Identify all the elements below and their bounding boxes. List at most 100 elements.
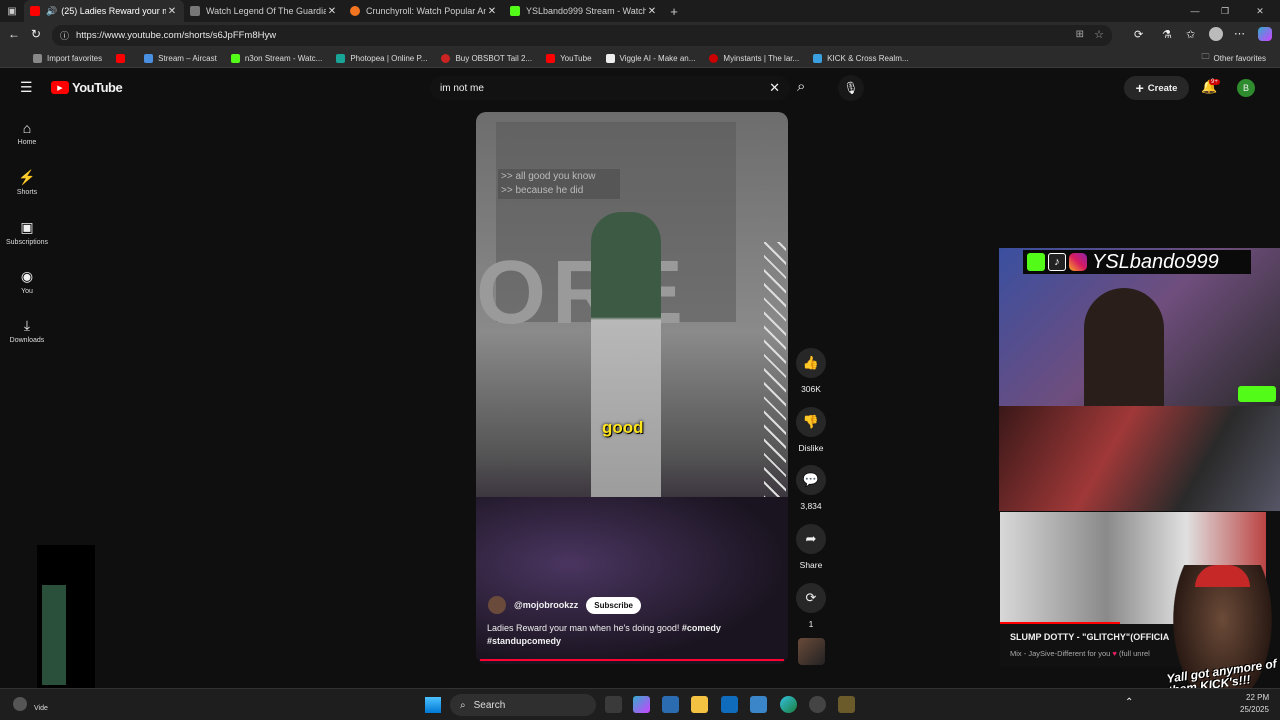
youtube-logo[interactable]: ▶ YouTube xyxy=(51,80,123,95)
create-button[interactable]: + Create xyxy=(1124,76,1189,100)
dislike-button[interactable]: 👎 Dislike xyxy=(796,407,826,453)
url-field[interactable]: ⓘ https://www.youtube.com/shorts/s6JpFFm… xyxy=(52,25,1112,46)
copilot-icon[interactable] xyxy=(1258,27,1272,41)
sidebar-item-downloads[interactable]: ⤓ Downloads xyxy=(0,317,54,344)
comments-button[interactable]: 💬 3,834 xyxy=(796,465,826,511)
music-subtitle: Mix - JaySive-Different for you ♥ (full … xyxy=(1010,649,1150,658)
sidebar-item-label: Downloads xyxy=(9,337,45,344)
bookmark-label: YouTube xyxy=(560,53,592,63)
new-tab-button[interactable]: + xyxy=(664,4,684,19)
file-explorer-icon[interactable] xyxy=(691,696,708,713)
edge-icon[interactable] xyxy=(780,696,797,713)
app-available-icon[interactable]: ⊞ xyxy=(1076,29,1084,40)
minimize-icon[interactable]: — xyxy=(1180,6,1210,16)
progress-bar[interactable] xyxy=(480,659,784,661)
taskbar-search[interactable]: ⌕ Search xyxy=(450,694,596,716)
outlook-icon[interactable] xyxy=(721,696,738,713)
speaker-icon[interactable]: 🔊 xyxy=(46,6,57,17)
bookmark-kick-cross[interactable]: KICK & Cross Realm... xyxy=(813,53,909,63)
close-tab-icon[interactable]: ✕ xyxy=(486,6,498,17)
like-button[interactable]: 👍 306K xyxy=(796,348,826,394)
favorites-icon[interactable]: ✩ xyxy=(1186,28,1195,41)
subscribe-button[interactable]: Subscribe xyxy=(586,596,641,614)
bookmark-youtube-icon-only[interactable] xyxy=(116,53,130,63)
streamer-silhouette xyxy=(1084,288,1164,406)
voice-search-icon[interactable]: 🎙 xyxy=(838,75,864,101)
refresh-icon[interactable]: ↻ xyxy=(31,27,41,41)
bookmark-n3on[interactable]: n3on Stream - Watc... xyxy=(230,53,322,63)
bookmark-label: Stream – Aircast xyxy=(158,53,217,63)
bookmark-aircast[interactable]: Stream – Aircast xyxy=(144,53,217,63)
share-label: Share xyxy=(799,560,823,570)
sidebar-item-home[interactable]: ⌂ Home xyxy=(0,120,54,146)
sidebar-item-subscriptions[interactable]: ▣ Subscriptions xyxy=(0,219,54,246)
tab-legend[interactable]: Watch Legend Of The Guardians ✕ xyxy=(184,0,344,22)
browser-essentials-icon[interactable]: ⚗ xyxy=(1162,28,1172,41)
bookmark-youtube[interactable]: YouTube xyxy=(546,53,592,63)
avatar[interactable]: B xyxy=(1237,79,1255,97)
remix-button[interactable]: ⟳ 1 xyxy=(796,583,826,629)
window-menu-icon[interactable]: ▣ xyxy=(0,6,24,17)
dislike-label: Dislike xyxy=(798,443,824,453)
channel-name[interactable]: @mojobrookzz xyxy=(514,600,578,610)
tray-chevron-icon[interactable]: ⌃ xyxy=(1125,697,1133,708)
task-view-icon[interactable] xyxy=(605,696,622,713)
taskbar-media-label: Vide xyxy=(34,705,48,712)
close-tab-icon[interactable]: ✕ xyxy=(326,6,338,17)
folder-icon: 🗀 xyxy=(1201,52,1210,61)
close-tab-icon[interactable]: ✕ xyxy=(646,6,658,17)
other-favorites[interactable]: 🗀 Other favorites xyxy=(1202,51,1266,65)
youtube-logo-text: YouTube xyxy=(72,80,123,95)
obs-icon[interactable] xyxy=(809,696,826,713)
back-icon[interactable]: ← xyxy=(8,27,20,41)
favorite-star-icon[interactable]: ☆ xyxy=(1094,28,1104,41)
hashtag-link[interactable]: #standupcomedy xyxy=(487,636,561,646)
bookmark-label: Other favorites xyxy=(1213,53,1266,63)
bookmarks-bar: Import favorites Stream – Aircast n3on S… xyxy=(0,49,1280,68)
bookmark-label: KICK & Cross Realm... xyxy=(827,53,909,63)
sound-thumbnail[interactable] xyxy=(798,638,825,665)
hashtag-link[interactable]: #comedy xyxy=(682,623,721,633)
tab-kick[interactable]: YSLbando999 Stream - Watch Liv ✕ xyxy=(504,0,664,22)
bookmark-myinstants[interactable]: Myinstants | The lar... xyxy=(709,53,799,63)
more-menu-icon[interactable]: ⋯ xyxy=(1234,27,1245,40)
streamer-name: YSLbando999 xyxy=(1092,250,1219,273)
restore-icon[interactable]: ❐ xyxy=(1210,6,1240,17)
short-video-player[interactable]: ORE >> all good you know >> because he d… xyxy=(476,112,788,664)
close-window-icon[interactable]: ✕ xyxy=(1240,6,1280,17)
taskbar-clock-date[interactable]: 25/2025 xyxy=(1240,705,1269,714)
bookmark-import[interactable]: Import favorites xyxy=(33,53,102,63)
tab-youtube[interactable]: 🔊 (25) Ladies Reward your man ✕ xyxy=(24,0,184,22)
copilot-taskbar-icon[interactable] xyxy=(633,696,650,713)
search-button[interactable]: ⌕ xyxy=(797,78,805,95)
music-sub-tail: (full unrel xyxy=(1118,649,1150,658)
profile-icon[interactable] xyxy=(1209,27,1223,41)
taskbar-clock-time[interactable]: 22 PM xyxy=(1246,693,1269,702)
now-playing-icon[interactable] xyxy=(13,697,27,711)
photos-icon[interactable] xyxy=(750,696,767,713)
bookmark-viggle[interactable]: Viggle AI - Make an... xyxy=(605,53,695,63)
app-icon[interactable] xyxy=(838,696,855,713)
user-icon: ◉ xyxy=(20,268,34,284)
close-tab-icon[interactable]: ✕ xyxy=(166,6,178,17)
search-input[interactable]: im not me ✕ xyxy=(430,76,790,100)
tab-crunchyroll[interactable]: Crunchyroll: Watch Popular Anime ✕ xyxy=(344,0,504,22)
music-title: SLUMP DOTTY - "GLITCHY"(OFFICIA xyxy=(1010,632,1170,642)
share-button[interactable]: ➦ Share xyxy=(796,524,826,570)
windows-start-icon[interactable] xyxy=(425,697,441,713)
red-cap xyxy=(1195,565,1250,587)
channel-avatar[interactable] xyxy=(488,596,506,614)
clear-search-icon[interactable]: ✕ xyxy=(769,80,780,96)
caption-line: >> because he did xyxy=(501,185,584,196)
url-text: https://www.youtube.com/shorts/s6JpFFm8H… xyxy=(76,30,277,41)
sidebar-item-you[interactable]: ◉ You xyxy=(0,268,54,295)
store-icon[interactable] xyxy=(662,696,679,713)
bookmark-photopea[interactable]: Photopea | Online P... xyxy=(336,53,427,63)
youtube-favicon-icon xyxy=(546,53,556,63)
extensions-icon[interactable]: ⟳ xyxy=(1134,28,1143,41)
site-info-icon[interactable]: ⓘ xyxy=(60,29,69,42)
hamburger-menu-icon[interactable]: ☰ xyxy=(20,79,33,96)
youtube-logo-icon: ▶ xyxy=(51,81,69,94)
bookmark-obsbot[interactable]: Buy OBSBOT Tail 2... xyxy=(441,53,532,63)
sidebar-item-shorts[interactable]: ⚡ Shorts xyxy=(0,169,54,196)
